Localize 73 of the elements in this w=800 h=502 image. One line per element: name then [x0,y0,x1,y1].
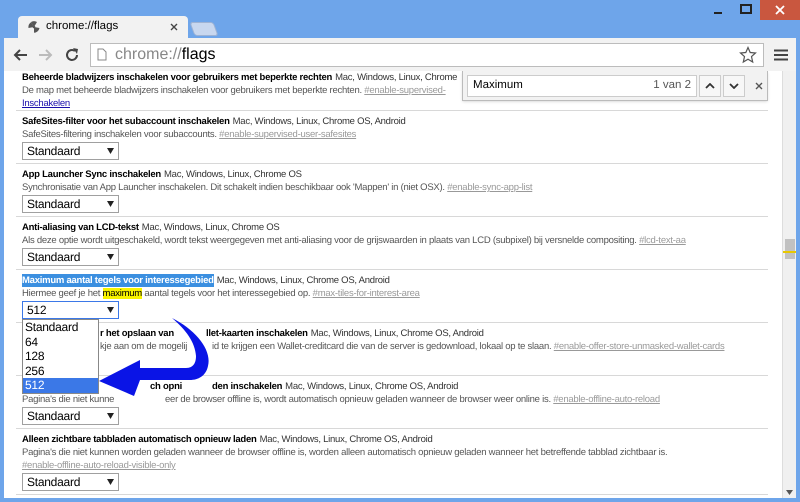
url-host: flags [182,46,216,62]
menu-icon[interactable] [774,48,788,60]
experiment-description: SafeSites-filtering inschakelen voor subaccounts. [22,129,217,140]
experiment-title: llet-kaarten inschakelen [206,327,308,340]
caret-icon [107,148,114,154]
scrollbar[interactable] [782,71,796,498]
platforms-text: Mac, Windows, Linux, Chrome OS, Android [285,380,458,393]
radiation-icon [28,21,40,33]
scroll-down-icon[interactable] [786,490,793,495]
experiment-description: Hiermee geef je het [22,288,102,299]
experiment-description: Synchronisatie van App Launcher inschakelen. Dit schakelt indien beschikbaar ook 'Mappen' in (niet OSX). [22,182,445,193]
caret-icon [107,479,114,485]
caret-icon [107,413,114,419]
experiment-title: Maximum aantal tegels voor interessegebied [22,274,214,287]
match-count: 1 van 2 [653,78,691,93]
previous-match-button[interactable] [699,74,721,96]
dropdown-option[interactable]: 64 [23,334,98,350]
caret-icon [107,201,114,207]
experiment-title: Beheerde bladwijzers inschakelen voor gebruikers met beperkte rechten [22,71,332,84]
url-scheme: chrome:// [115,46,182,62]
dropdown-select[interactable]: Standaard [22,248,119,266]
experiment-description: De map met beheerde bladwijzers inschakelen voor gebruikers met beperkte rechten. [22,85,362,96]
platforms-text: Mac, Windows, Linux, Chrome OS [142,221,280,234]
platforms-text: Mac, Windows, Linux, Chrome OS [164,168,302,181]
reload-icon[interactable] [64,46,80,62]
back-arrow-icon[interactable] [12,48,28,62]
close-icon [775,5,785,15]
platforms-text: Mac, Windows, Linux, Chrome OS, Android [260,433,433,446]
experiment-title: SafeSites-filter voor het subaccount inschakelen [22,115,230,128]
experiment-title: ch opni [150,380,184,393]
platforms-text: Mac, Windows, Linux, Chrome OS, Android [310,327,484,340]
address-bar[interactable]: chrome://flags [90,42,764,66]
next-match-button[interactable] [723,74,745,96]
enable-link[interactable]: Inschakelen [22,98,70,109]
experiment-title: App Launcher Sync inschakelen [22,168,161,181]
dropdown-option[interactable]: 256 [23,364,98,378]
experiment-description: eer de browser offline is, wordt automatisch opnieuw geladen wanneer de browser weer online is. [165,394,551,405]
experiment-description: Als deze optie wordt uitgeschakeld, wordt tekst weergegeven met anti-aliasing voor de grijswaarden in plaats van LCD (subpixel) bij versnelde compositing. [22,235,637,246]
experiment-title: den inschakelen [212,380,282,393]
dropdown-select[interactable]: Standaard [22,407,119,425]
dropdown-select[interactable]: 512 [22,301,119,319]
experiment-description: aantal tegels voor het interessegebied op. [143,288,310,299]
experiment-description: Pagina's die niet kunne [22,393,116,406]
experiment-description: kje aan om de mogelij [100,340,188,353]
experiment-description: Pagina's die niet kunnen worden geladen wanneer de browser offline is, worden alleen automatisch opnieuw geladen wanneer het betreffende tabblad zichtbaar is. [22,447,668,458]
experiment-title: r het opslaan van [100,327,175,340]
dropdown-option[interactable]: 128 [23,349,98,364]
platforms-text: Mac, Windows, Linux, Chrome OS, Android [216,274,390,287]
platforms-text: Mac, Windows, Linux, Chrome [335,71,458,84]
find-input[interactable]: Maximum 1 van 2 [467,74,697,96]
dropdown-select[interactable]: Standaard [22,473,119,491]
close-icon[interactable] [170,23,178,31]
dropdown-select[interactable]: Standaard [22,142,119,160]
dropdown-option[interactable]: 512 [23,378,98,393]
star-icon[interactable] [739,46,757,64]
close-icon[interactable] [755,82,763,90]
caret-icon [107,307,114,313]
caret-icon [107,254,114,260]
platforms-text: Mac, Windows, Linux, Chrome OS, Android [232,115,406,128]
browser-tab[interactable]: chrome://flags [18,16,188,38]
match-marker [783,251,796,253]
experiment-description: maximum [102,288,142,299]
chevron-down-icon [729,82,739,88]
close-window-button[interactable] [760,0,800,20]
dropdown-option[interactable]: Standaard [23,320,98,335]
dropdown-select[interactable]: Standaard [22,195,119,213]
chevron-up-icon [705,82,715,88]
page-icon [97,48,107,61]
experiment-title: Alleen zichtbare tabbladen automatisch opnieuw laden [22,433,257,446]
experiment-description: id te krijgen een Wallet-creditcard die van de server is gedownload, lokaal op te slaan. [212,341,552,352]
scrollbar-thumb[interactable] [785,239,795,259]
tab-title: chrome://flags [46,19,120,34]
experiment-title: Anti-aliasing van LCD-tekst [22,221,139,234]
